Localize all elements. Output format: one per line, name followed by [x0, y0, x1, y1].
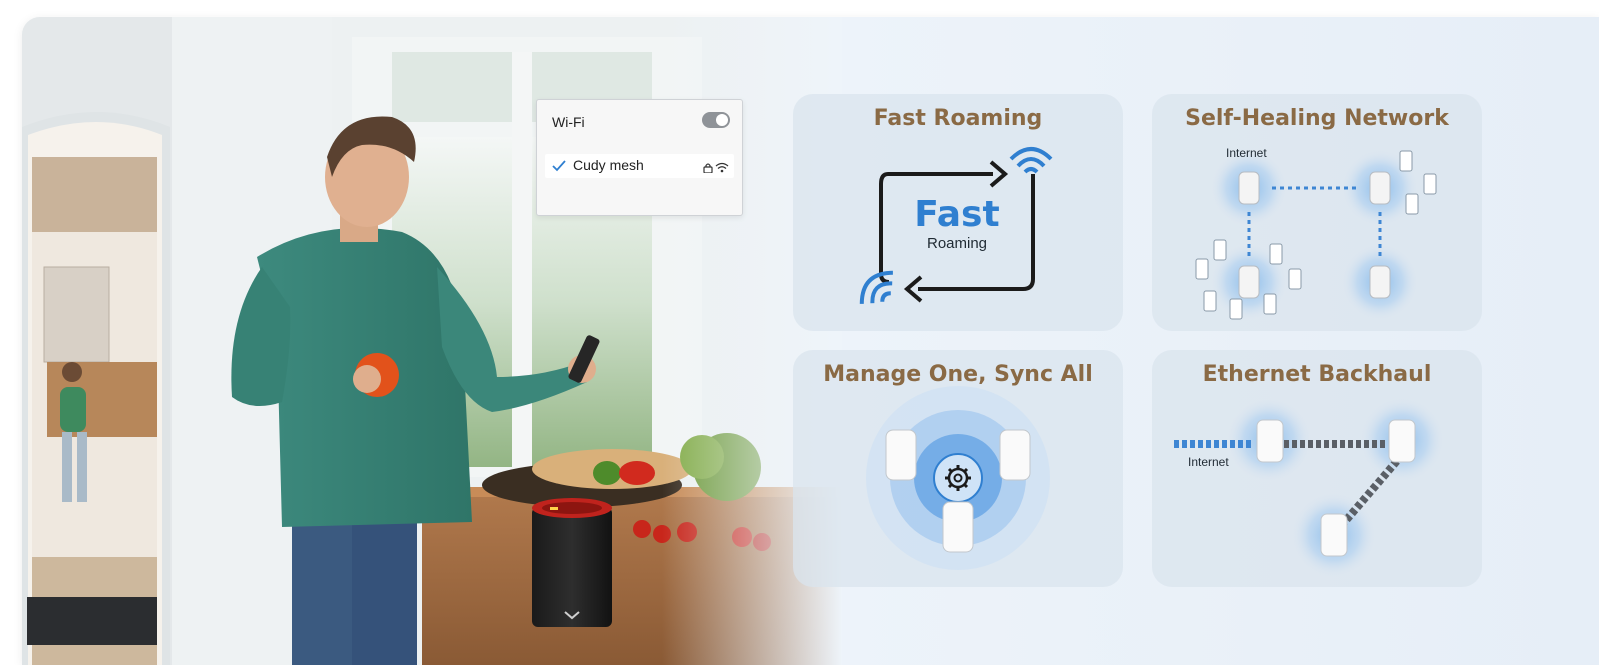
- wifi-icon: [859, 270, 893, 304]
- internet-label: Internet: [1188, 455, 1229, 469]
- wifi-popup: Wi-Fi Cudy mesh: [536, 99, 743, 216]
- lock-icon: [703, 160, 713, 178]
- feature-tile-manage-sync: Manage One, Sync All: [793, 350, 1123, 587]
- tile-title: Manage One, Sync All: [823, 362, 1093, 387]
- roaming-small-label: Roaming: [927, 235, 987, 252]
- phone-icon: [1195, 258, 1209, 280]
- router-icon: [1369, 171, 1391, 205]
- network-row[interactable]: Cudy mesh: [545, 154, 734, 178]
- router-icon: [1388, 419, 1416, 463]
- phone-icon: [1203, 290, 1217, 312]
- wifi-icon: [1009, 147, 1053, 174]
- phone-icon: [1269, 243, 1283, 265]
- hero-card: Wi-Fi Cudy mesh Fast Roaming Fast Roamin…: [22, 17, 1599, 665]
- tile-title: Self-Healing Network: [1185, 106, 1449, 131]
- tile-title: Fast Roaming: [873, 106, 1043, 131]
- wifi-label: Wi-Fi: [552, 114, 585, 130]
- wifi-toggle[interactable]: [702, 112, 730, 128]
- toggle-knob: [716, 114, 728, 126]
- router-illustration: [532, 498, 612, 627]
- phone-icon: [1229, 298, 1243, 320]
- phone-icon: [1213, 239, 1227, 261]
- phone-icon: [1288, 268, 1302, 290]
- feature-tile-ethernet-backhaul: Internet Ethernet Backhaul: [1152, 350, 1482, 587]
- wifi-icon: [715, 160, 729, 178]
- network-name: Cudy mesh: [573, 157, 644, 173]
- router-icon: [942, 501, 974, 553]
- check-icon: [551, 158, 567, 179]
- phone-icon: [1423, 173, 1437, 195]
- feature-tile-fast-roaming: Fast Roaming Fast Roaming: [793, 94, 1123, 331]
- phone-icon: [1263, 293, 1277, 315]
- router-icon: [885, 429, 917, 481]
- feature-tile-self-healing: Internet Self-Healing Network: [1152, 94, 1482, 331]
- router-icon: [999, 429, 1031, 481]
- router-icon: [1238, 265, 1260, 299]
- fast-big-label: Fast: [914, 194, 999, 235]
- tile-title: Ethernet Backhaul: [1202, 362, 1432, 387]
- router-icon: [1238, 171, 1260, 205]
- router-icon: [1369, 265, 1391, 299]
- phone-icon: [1405, 193, 1419, 215]
- phone-icon: [1399, 150, 1413, 172]
- router-icon: [1320, 513, 1348, 557]
- internet-label: Internet: [1226, 146, 1267, 160]
- router-icon: [1256, 419, 1284, 463]
